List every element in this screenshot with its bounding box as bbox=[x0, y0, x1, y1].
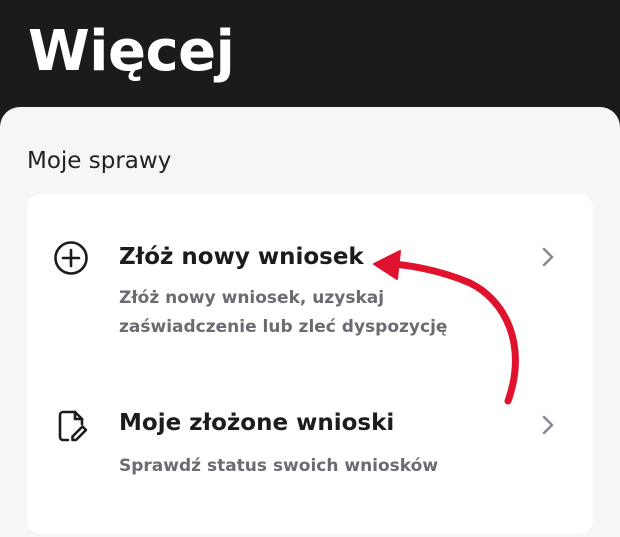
item-title: Moje złożone wnioski bbox=[119, 410, 395, 436]
my-submitted-applications-item[interactable]: Moje złożone wnioski Sprawdź status swoi… bbox=[27, 396, 593, 496]
submit-new-application-item[interactable]: Złóż nowy wniosek Złóż nowy wniosek, uzy… bbox=[27, 226, 593, 376]
top-header: Więcej bbox=[0, 0, 620, 110]
item-title: Złóż nowy wniosek bbox=[119, 244, 364, 270]
section-title: Moje sprawy bbox=[27, 148, 172, 174]
plus-circle-icon bbox=[54, 241, 88, 275]
item-description: Złóż nowy wniosek, uzyskaj zaświadczenie… bbox=[119, 288, 448, 337]
chevron-right-icon bbox=[542, 415, 554, 435]
page-title: Więcej bbox=[28, 19, 235, 84]
chevron-right-icon bbox=[542, 247, 554, 267]
item-description: Sprawdź status swoich wniosków bbox=[119, 456, 439, 476]
document-edit-icon bbox=[58, 410, 88, 442]
